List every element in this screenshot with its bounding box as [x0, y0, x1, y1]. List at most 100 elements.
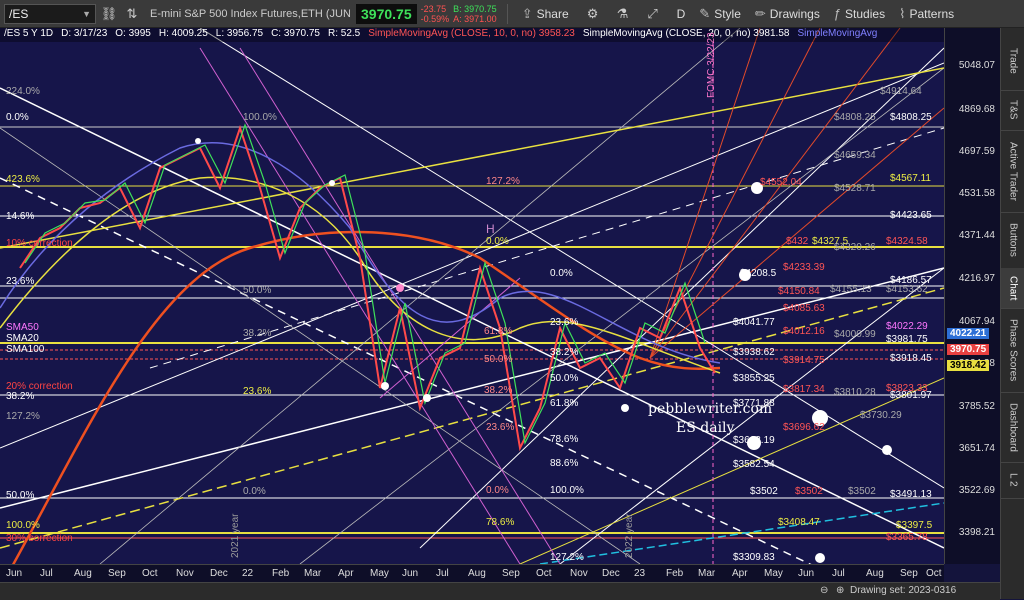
price-label: $3309.83	[733, 552, 775, 563]
price-label: $3502	[848, 486, 876, 497]
sidebar-tab-buttons[interactable]: Buttons	[1001, 212, 1024, 269]
level-label: 127.2%	[550, 552, 584, 563]
time-axis-label: Jun	[402, 568, 419, 579]
pivot-dot	[396, 284, 404, 292]
level-label: 78.6%	[550, 434, 579, 445]
sidebar-tab-time-sales[interactable]: T&S	[1001, 90, 1024, 131]
level-label: 10% correction	[6, 238, 73, 249]
level-label: 50.0%	[243, 285, 272, 296]
time-axis-label: Aug	[866, 568, 884, 579]
level-label: 23.6%	[486, 422, 515, 433]
time-axis-label: Jun	[798, 568, 815, 579]
level-label: 14.6%	[6, 211, 35, 222]
patterns-icon: ⌇	[899, 5, 906, 21]
time-axis-label: May	[764, 568, 783, 579]
pivot-dot	[815, 553, 825, 563]
period-selector[interactable]: D	[677, 7, 686, 21]
level-label: 127.2%	[486, 176, 520, 187]
zoom-in-icon[interactable]: ⊕	[836, 585, 844, 596]
pivot-dot	[381, 382, 389, 390]
time-axis-label: Sep	[502, 568, 520, 579]
style-label: Style	[714, 6, 741, 21]
level-label: SMA20	[6, 333, 39, 344]
price-label: $4320.26	[834, 242, 876, 253]
change-block: -23.75 -0.59%	[421, 4, 450, 24]
studies-button[interactable]: ƒ Studies	[834, 6, 885, 21]
red-fan-line	[649, 28, 761, 359]
sidebar-tab-phase-scores[interactable]: Phase Scores	[1001, 308, 1024, 393]
status-bar: ⊖ ⊕ Drawing set: 2023-0316	[0, 582, 1000, 600]
time-axis-label: Apr	[732, 568, 748, 579]
year-annotation: 2021 year	[230, 513, 241, 558]
gear-icon[interactable]: ⚙	[583, 4, 603, 24]
symbol-selector[interactable]: /ES ▼	[4, 3, 96, 24]
level-label: 0.0%	[6, 112, 29, 123]
time-axis[interactable]: Jun Jul Aug Sep Oct Nov Dec 22 Feb Mar A…	[0, 564, 944, 583]
time-axis-label: Mar	[698, 568, 716, 579]
price-label: $4567.11	[890, 173, 931, 184]
price-label: $3408.47	[778, 517, 820, 528]
drawing-set-label[interactable]: Drawing set: 2023-0316	[850, 585, 956, 596]
period-label: D	[676, 6, 686, 21]
share-label: Share	[536, 6, 569, 21]
time-axis-label: Jul	[40, 568, 53, 579]
price-label: $3855.25	[733, 373, 775, 384]
bar-date: D: 3/17/23	[61, 28, 108, 39]
price-label: $4808.25	[890, 112, 932, 123]
patterns-button[interactable]: ⌇ Patterns	[899, 6, 954, 22]
price-axis-label: 3398.21	[958, 527, 995, 538]
channel-line	[0, 127, 641, 564]
level-label: 38.2%	[6, 391, 35, 402]
sma100-line	[12, 230, 721, 564]
price-axis-label: 3522.69	[958, 485, 995, 496]
expand-icon[interactable]: ⤢	[643, 4, 663, 24]
flask-icon[interactable]: ⚗	[613, 4, 633, 24]
sidebar-tab-chart[interactable]: Chart	[1001, 268, 1024, 309]
sync-icon[interactable]: ⇅	[122, 4, 142, 24]
time-axis-label: Sep	[900, 568, 918, 579]
price-label: $3914.75	[783, 355, 825, 366]
bar-open: O: 3995	[115, 28, 151, 39]
sma-legend-more: SimpleMovingAvg	[797, 28, 878, 39]
price-label: $3801.97	[890, 390, 932, 401]
level-label: 0.0%	[243, 486, 266, 497]
time-axis-label: 23	[634, 568, 646, 579]
change-percent: -0.59%	[420, 13, 450, 24]
time-axis-label: Feb	[272, 568, 290, 579]
price-axis[interactable]: 5048.07 4869.68 4697.59 4531.58 4371.44 …	[944, 28, 1001, 564]
toolbar: /ES ▼ ⛓ ⇅ E-mini S&P 500 Index Futures,E…	[0, 0, 1024, 28]
chart-plot-area[interactable]: /ES 5 Y 1D D: 3/17/23 O: 3995 H: 4009.25…	[0, 28, 944, 564]
time-axis-label: Nov	[570, 568, 588, 579]
price-label: $4552.04	[760, 177, 802, 188]
price-label: $3491.13	[890, 489, 932, 500]
time-axis-label: 22	[242, 568, 254, 579]
sma10-legend: SimpleMovingAvg (CLOSE, 10, 0, no) 3958.…	[368, 28, 575, 39]
time-axis-label: Nov	[176, 568, 194, 579]
zoom-out-icon[interactable]: ⊖	[820, 585, 828, 596]
time-axis-label: Jun	[6, 568, 23, 579]
price-label: $3810.28	[834, 387, 876, 398]
price-tag-last: 3970.75	[947, 344, 990, 355]
price-axis-label: 4869.68	[958, 104, 995, 115]
bar-range: R: 52.5	[328, 28, 361, 39]
level-label: 38.2%	[550, 347, 579, 358]
level-label: 23.6%	[550, 317, 579, 328]
share-button[interactable]: ⇪ Share	[522, 6, 569, 22]
sidebar-tab-active-trader[interactable]: Active Trader	[1001, 130, 1024, 213]
drawings-button[interactable]: ✏ Drawings	[755, 6, 820, 22]
style-button[interactable]: ✎ Style	[699, 6, 741, 22]
sidebar-tab-level2[interactable]: L 2	[1001, 462, 1024, 499]
sidebar-tab-trade[interactable]: Trade	[1001, 32, 1024, 91]
sidebar-tab-dashboard[interactable]: Dashboard	[1001, 392, 1024, 463]
price-axis-label: 4371.44	[958, 230, 995, 241]
price-axis-label: 3651.74	[958, 443, 995, 454]
level-label: 61.8%	[484, 326, 513, 337]
sma20-legend: SimpleMovingAvg (CLOSE, 20, 0, no) 3981.…	[582, 28, 790, 39]
price-series	[19, 124, 716, 452]
chart-info: /ES 5 Y 1D	[4, 28, 54, 39]
price-label: $4022.29	[886, 321, 928, 332]
link-icon[interactable]: ⛓	[99, 4, 119, 24]
h-annotation: H	[486, 222, 495, 236]
price-label: $4208.5	[740, 268, 777, 279]
price-label: $3730.29	[860, 410, 902, 421]
